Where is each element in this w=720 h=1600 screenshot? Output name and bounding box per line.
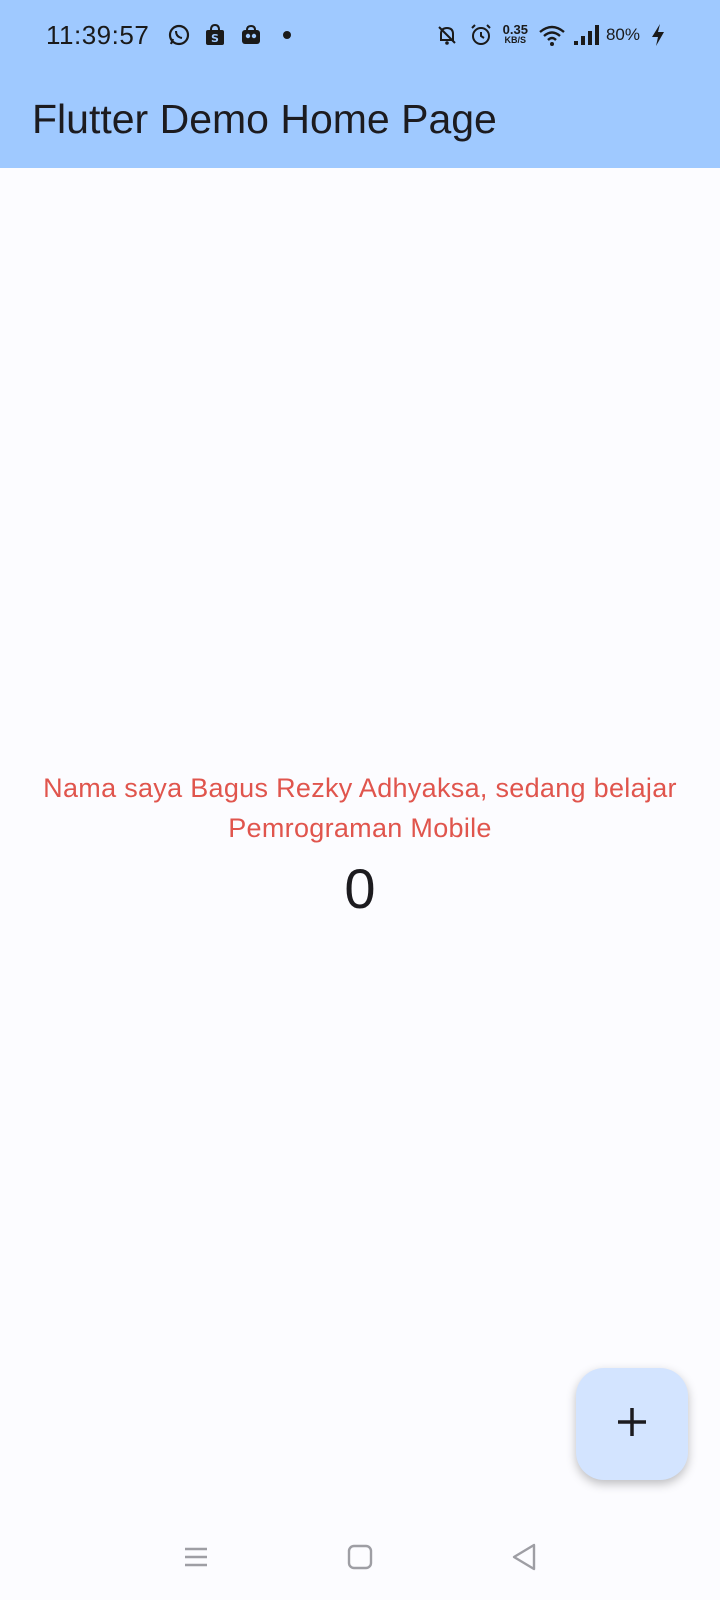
status-time: 11:39:57 bbox=[46, 19, 150, 50]
increment-button[interactable] bbox=[576, 1368, 688, 1480]
counter-value: 0 bbox=[344, 857, 376, 920]
intro-message: Nama saya Bagus Rezky Adhyaksa, sedang b… bbox=[43, 773, 677, 843]
home-square-icon[interactable] bbox=[343, 1540, 377, 1574]
shopee-icon: S bbox=[203, 23, 227, 47]
system-navigation-bar bbox=[0, 1513, 720, 1600]
bell-off-icon bbox=[435, 23, 459, 47]
app-bar: Flutter Demo Home Page bbox=[0, 70, 720, 168]
bag-icon bbox=[239, 23, 263, 47]
svg-text:S: S bbox=[211, 32, 219, 45]
center-column: Nama saya Bagus Rezky Adhyaksa, sedang b… bbox=[0, 768, 720, 921]
status-bar: 11:39:57 S 0.35 KB/S 80% bbox=[0, 0, 720, 70]
back-triangle-icon[interactable] bbox=[507, 1540, 541, 1574]
dot-icon bbox=[275, 23, 299, 47]
main-content: Nama saya Bagus Rezky Adhyaksa, sedang b… bbox=[0, 168, 720, 1513]
alarm-icon bbox=[469, 23, 493, 47]
wifi-icon bbox=[538, 23, 565, 47]
system-icons: 0.35 KB/S 80% bbox=[435, 23, 674, 47]
plus-icon bbox=[615, 1405, 649, 1444]
page-title: Flutter Demo Home Page bbox=[32, 95, 497, 142]
whatsapp-icon bbox=[167, 23, 191, 47]
signal-icon bbox=[572, 23, 599, 47]
charging-icon bbox=[650, 23, 674, 47]
network-speed-value: 0.35 bbox=[502, 22, 528, 37]
menu-icon[interactable] bbox=[179, 1540, 213, 1574]
network-speed: 0.35 KB/S bbox=[502, 22, 528, 45]
network-speed-unit: KB/S bbox=[504, 35, 527, 45]
battery-level: 80% bbox=[605, 25, 640, 44]
notification-icons: S bbox=[167, 23, 299, 47]
